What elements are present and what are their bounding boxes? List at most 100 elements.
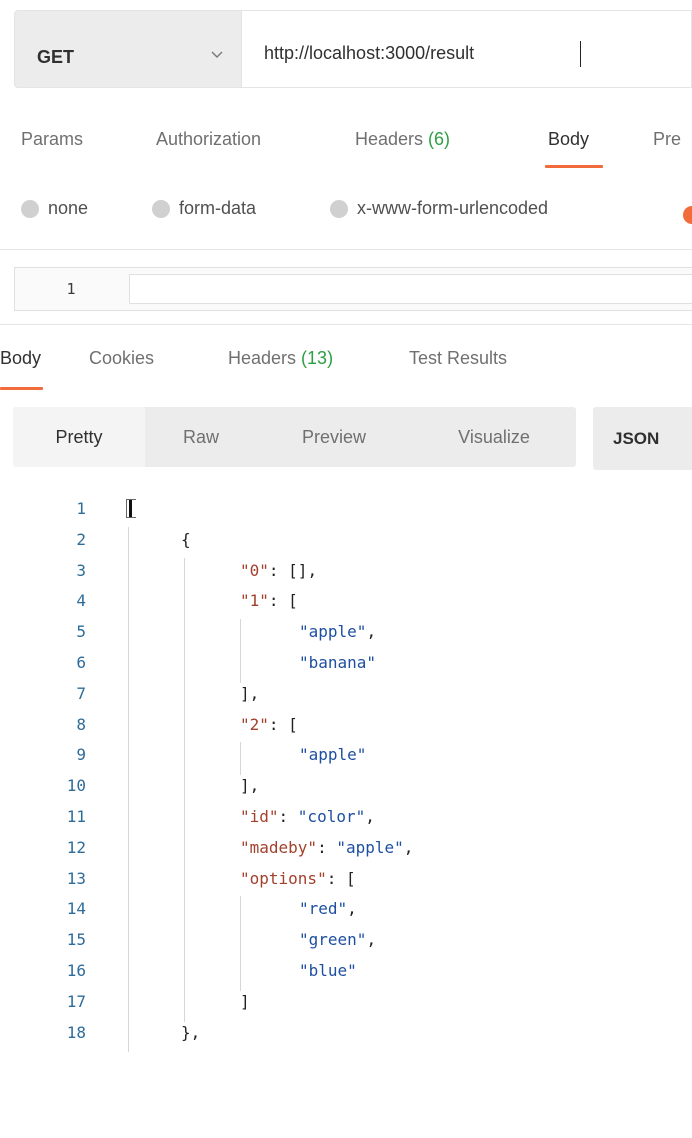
view-preview[interactable]: Preview	[273, 407, 395, 467]
line-number: 1	[76, 499, 86, 518]
json-key: "options"	[240, 868, 327, 888]
radio-selected-partial[interactable]	[683, 206, 692, 224]
code-line: 1	[0, 494, 692, 524]
line-number: 13	[66, 868, 86, 888]
view-raw[interactable]: Raw	[153, 407, 249, 467]
text-cursor	[580, 41, 581, 67]
line-number: 18	[66, 1022, 86, 1042]
body-type-radios: none form-data x-www-form-urlencoded	[0, 190, 692, 232]
indent-guide	[240, 619, 241, 683]
code-text: ]	[240, 987, 250, 1017]
line-number: 7	[76, 683, 86, 703]
code-text: ],	[240, 679, 259, 709]
json-key: "madeby"	[240, 837, 318, 857]
code-text: "apple",	[299, 617, 376, 647]
line-number: 1	[66, 280, 76, 298]
code-punctuation: : [	[268, 714, 298, 734]
json-string: "apple"	[299, 745, 367, 765]
view-visualize[interactable]: Visualize	[433, 407, 555, 467]
code-punctuation: : [],	[268, 560, 318, 580]
code-punctuation: :	[317, 837, 337, 857]
radio-dot	[21, 199, 39, 218]
code-text: },	[181, 1018, 200, 1048]
json-key: "1"	[240, 591, 269, 611]
tab-body[interactable]: Body	[548, 129, 589, 150]
request-bar: GET http://localhost:3000/result	[14, 10, 692, 88]
radio-x-www-form-urlencoded[interactable]: x-www-form-urlencoded	[330, 198, 548, 219]
radio-form-data[interactable]: form-data	[152, 198, 256, 219]
active-tab-indicator	[545, 165, 603, 168]
line-number: 9	[76, 745, 86, 765]
code-punctuation: ,	[365, 807, 375, 826]
radio-none[interactable]: none	[21, 198, 88, 219]
active-response-tab-indicator	[0, 387, 43, 390]
line-number: 2	[76, 529, 86, 549]
line-number: 5	[76, 622, 86, 642]
code-line: 18},	[0, 1018, 692, 1048]
tab-pre-request[interactable]: Pre	[653, 129, 681, 150]
code-text: {	[181, 525, 191, 555]
json-string: "banana"	[299, 653, 377, 672]
divider	[0, 249, 692, 250]
code-punctuation: ,	[366, 930, 377, 950]
url-input[interactable]: http://localhost:3000/result	[242, 10, 692, 88]
code-punctuation: : [	[326, 868, 356, 888]
response-tab-cookies[interactable]: Cookies	[89, 348, 154, 369]
code-punctuation: },	[181, 1022, 201, 1042]
code-text: "red",	[299, 894, 357, 924]
code-punctuation: ]	[240, 991, 250, 1011]
json-string: "color"	[297, 807, 366, 826]
code-line: 16 "blue"	[0, 956, 692, 986]
divider	[0, 324, 692, 325]
json-string: "green"	[299, 930, 367, 950]
code-text: "1": [	[240, 586, 298, 616]
request-tabs: Params Authorization Headers (6) Body Pr…	[0, 118, 692, 174]
json-key: "0"	[240, 560, 269, 580]
tab-authorization[interactable]: Authorization	[156, 129, 261, 150]
code-punctuation: : [	[268, 591, 298, 611]
code-punctuation: ,	[403, 837, 414, 857]
code-text: "banana"	[299, 648, 376, 678]
code-line: 11 "id": "color",	[0, 802, 692, 832]
response-code-viewer[interactable]: 1 2{3 "0": [], 4 "1": [5 "apple", 6 "banana" 7],…	[0, 494, 692, 1138]
view-mode-group: Pretty Raw Preview Visualize	[13, 407, 576, 467]
radio-dot	[330, 199, 348, 218]
code-text: "id": "color",	[240, 802, 375, 832]
code-line: 9 "apple"	[0, 740, 692, 770]
json-string: "apple"	[336, 837, 404, 857]
code-line: 17]	[0, 987, 692, 1017]
line-number: 11	[66, 807, 86, 826]
line-number: 8	[76, 714, 86, 734]
indent-guide	[128, 526, 129, 1053]
tab-params[interactable]: Params	[21, 129, 83, 150]
code-text: "blue"	[299, 956, 357, 986]
tab-headers[interactable]: Headers (6)	[355, 129, 450, 150]
request-body-input[interactable]	[129, 274, 692, 304]
code-line: 15 "green",	[0, 925, 692, 955]
code-line: 7],	[0, 679, 692, 709]
view-pretty[interactable]: Pretty	[13, 407, 145, 467]
method-select[interactable]: GET	[14, 10, 242, 88]
line-number: 14	[66, 899, 86, 919]
code-line: 14 "red",	[0, 894, 692, 924]
code-line: 2{	[0, 525, 692, 555]
code-line: 13 "options": [	[0, 864, 692, 894]
code-punctuation: ],	[240, 683, 260, 703]
code-line: 3 "0": [],	[0, 556, 692, 586]
line-number: 17	[66, 991, 86, 1011]
code-text: "2": [	[240, 710, 298, 740]
method-label: GET	[37, 47, 75, 67]
format-label: JSON	[613, 429, 660, 448]
format-select[interactable]: JSON	[593, 407, 692, 470]
response-tab-headers[interactable]: Headers (13)	[228, 348, 333, 369]
indent-guide	[240, 896, 241, 991]
json-key: "2"	[240, 714, 269, 734]
response-tab-body[interactable]: Body	[0, 348, 41, 369]
radio-dot	[152, 199, 170, 218]
code-punctuation: ,	[347, 899, 357, 919]
response-tab-test-results[interactable]: Test Results	[409, 348, 507, 369]
line-number: 15	[66, 930, 86, 950]
indent-guide	[240, 742, 241, 776]
line-number: 4	[76, 591, 86, 611]
request-body-editor: 1	[14, 267, 692, 311]
